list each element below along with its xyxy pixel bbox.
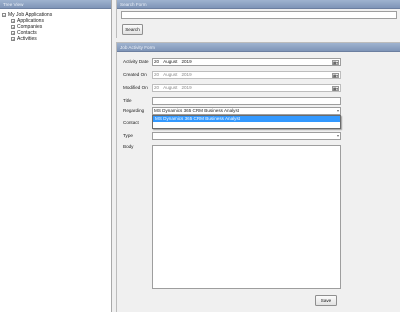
modified-on-label: Modified On [123, 85, 148, 90]
calendar-icon: ▦▾ [332, 86, 339, 91]
calendar-icon: ▦▾ [332, 73, 339, 78]
body-label: Body [123, 144, 134, 149]
body-textarea[interactable] [152, 145, 341, 289]
plus-icon[interactable]: + [11, 30, 15, 35]
minus-icon[interactable]: − [2, 12, 6, 17]
job-activity-form-header: Job Activity Form [117, 43, 400, 52]
plus-icon[interactable]: + [11, 18, 15, 23]
modified-on-day: 20 [154, 85, 160, 90]
chevron-down-icon[interactable]: ▾ [337, 133, 339, 139]
tree-view-panel: Tree View − My Job Applications + Applicat… [0, 0, 112, 312]
created-on-year: 2019 [181, 72, 192, 77]
regarding-dropdown-list: MS Dynamics 365 CRM Business Analyst [152, 115, 341, 129]
tree-node-activities[interactable]: + Activities [11, 36, 37, 42]
activity-date-month: August [163, 59, 178, 64]
regarding-label: Regarding [123, 108, 145, 113]
created-on-label: Created On [123, 72, 147, 77]
type-combobox[interactable]: ▾ [152, 132, 341, 140]
contact-label: Contact [123, 120, 139, 125]
activity-date-year: 2019 [181, 59, 192, 64]
activity-date-day: 20 [154, 59, 160, 64]
modified-on-year: 2019 [181, 85, 192, 90]
tree-node-label: Activities [17, 36, 37, 42]
plus-icon[interactable]: + [11, 24, 15, 29]
title-input[interactable] [152, 97, 341, 105]
created-on-picker: 20 August 2019 ▦▾ [152, 71, 341, 79]
regarding-value: MS Dynamics 365 CRM Business Analyst [154, 108, 240, 113]
search-input[interactable] [121, 11, 397, 19]
search-form-panel: Search Form Search [116, 0, 400, 38]
modified-on-picker: 20 August 2019 ▦▾ [152, 84, 341, 92]
title-label: Title [123, 98, 132, 103]
tree-view-header: Tree View [0, 0, 111, 9]
created-on-day: 20 [154, 72, 160, 77]
type-label: Type [123, 133, 133, 138]
calendar-icon[interactable]: ▦▾ [332, 60, 339, 65]
job-activity-form-panel: Job Activity Form Activity Date 20 August… [116, 42, 400, 312]
regarding-option[interactable]: MS Dynamics 365 CRM Business Analyst [153, 116, 340, 122]
activity-date-picker[interactable]: 20 August 2019 ▦▾ [152, 58, 341, 66]
regarding-combobox[interactable]: MS Dynamics 365 CRM Business Analyst ▾ [152, 107, 341, 115]
modified-on-month: August [163, 85, 178, 90]
created-on-month: August [163, 72, 178, 77]
search-form-header: Search Form [117, 0, 400, 9]
activity-date-label: Activity Date [123, 59, 149, 64]
search-button[interactable]: Search [122, 24, 143, 35]
chevron-down-icon[interactable]: ▾ [337, 108, 339, 114]
plus-icon[interactable]: + [11, 36, 15, 41]
save-button[interactable]: Save [315, 295, 337, 306]
